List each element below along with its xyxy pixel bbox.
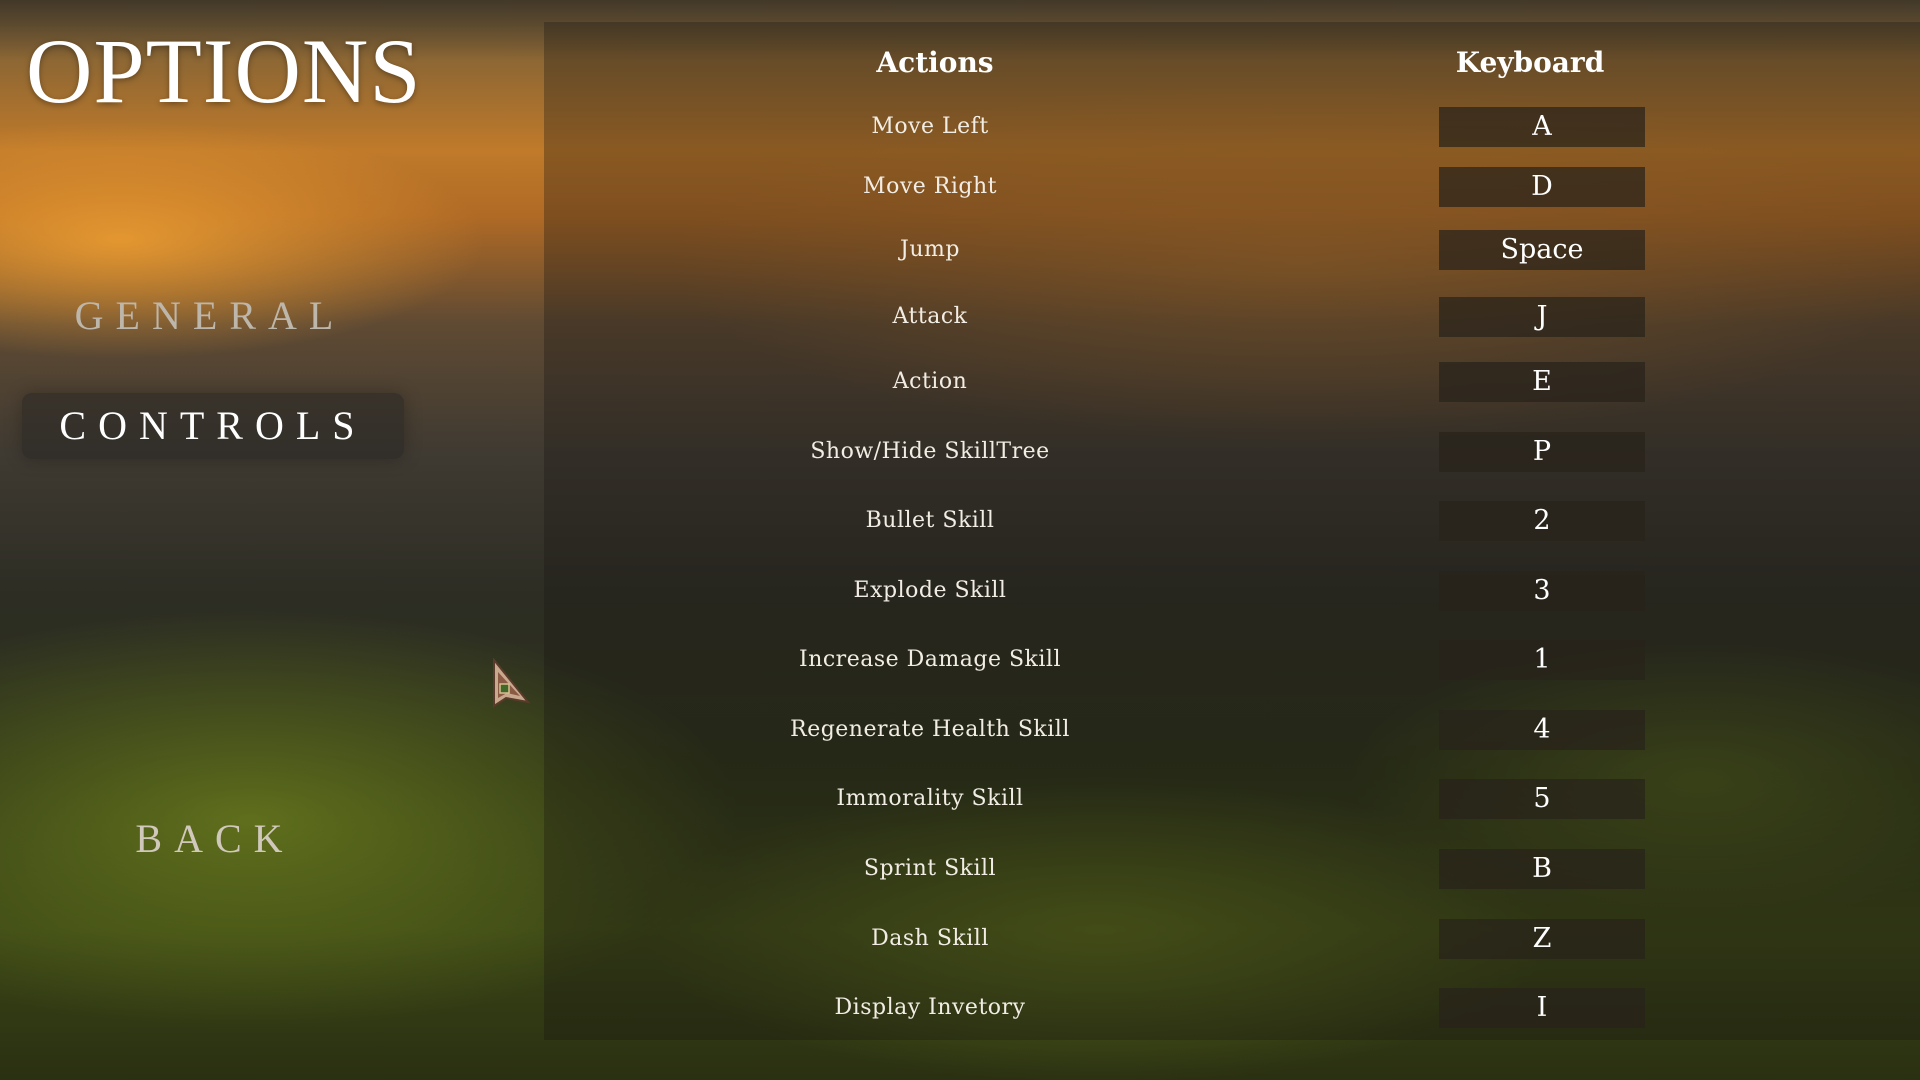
action-label: Jump: [900, 237, 960, 262]
action-label: Move Right: [863, 174, 997, 199]
keybind-row: Display Invetory I: [0, 988, 1920, 1028]
key-binding-button[interactable]: B: [1439, 849, 1645, 889]
keybind-row: Explode Skill 3: [0, 571, 1920, 611]
key-binding-button[interactable]: E: [1439, 362, 1645, 402]
key-binding-button[interactable]: A: [1439, 107, 1645, 147]
keybind-row: Jump Space: [0, 230, 1920, 270]
keybind-row: Action E: [0, 362, 1920, 402]
action-label: Dash Skill: [871, 926, 989, 951]
keybind-row: Dash Skill Z: [0, 919, 1920, 959]
keybind-row: Regenerate Health Skill 4: [0, 710, 1920, 750]
action-label: Sprint Skill: [863, 856, 997, 881]
action-label: Explode Skill: [853, 578, 1007, 603]
key-binding-button[interactable]: 3: [1439, 571, 1645, 611]
key-binding-button[interactable]: 1: [1439, 640, 1645, 680]
key-binding-button[interactable]: J: [1439, 297, 1645, 337]
key-binding-button[interactable]: 5: [1439, 779, 1645, 819]
keybind-row: Sprint Skill B: [0, 849, 1920, 889]
action-label: Display Invetory: [834, 995, 1026, 1020]
action-label: Show/Hide SkillTree: [810, 439, 1050, 464]
key-binding-button[interactable]: Z: [1439, 919, 1645, 959]
action-label: Increase Damage Skill: [799, 647, 1061, 672]
key-binding-button[interactable]: 2: [1439, 501, 1645, 541]
action-label: Attack: [892, 304, 968, 329]
key-binding-button[interactable]: P: [1439, 432, 1645, 472]
keybind-row: Immorality Skill 5: [0, 779, 1920, 819]
keybind-row: Show/Hide SkillTree P: [0, 432, 1920, 472]
key-binding-button[interactable]: Space: [1439, 230, 1645, 270]
action-label: Move Left: [871, 114, 989, 139]
action-label: Action: [892, 369, 968, 394]
key-binding-button[interactable]: 4: [1439, 710, 1645, 750]
action-label: Immorality Skill: [836, 786, 1024, 811]
keybind-row: Move Right D: [0, 167, 1920, 207]
keybind-row: Bullet Skill 2: [0, 501, 1920, 541]
keyboard-column-header: Keyboard: [1455, 46, 1605, 79]
action-label: Bullet Skill: [865, 508, 995, 533]
arrow-cursor-icon: [493, 658, 531, 708]
key-binding-button[interactable]: I: [1439, 988, 1645, 1028]
key-binding-button[interactable]: D: [1439, 167, 1645, 207]
keybind-row: Move Left A: [0, 107, 1920, 147]
actions-column-header: Actions: [876, 46, 994, 79]
action-label: Regenerate Health Skill: [790, 717, 1070, 742]
keybind-row: Increase Damage Skill 1: [0, 640, 1920, 680]
keybind-row: Attack J: [0, 297, 1920, 337]
